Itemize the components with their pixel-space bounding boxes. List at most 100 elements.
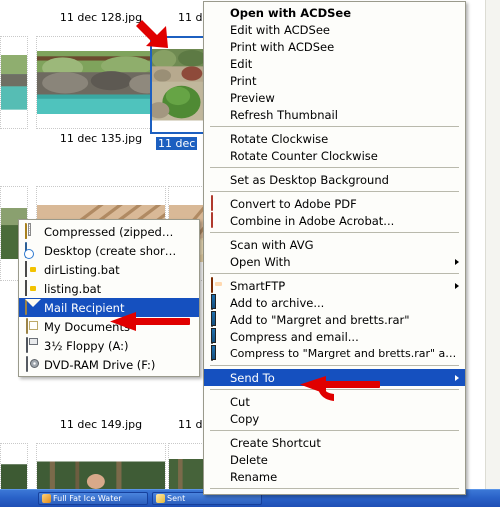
screen: 11 dec 128.jpg 11 dec 11 dec 135.jpg 11 … <box>0 0 500 507</box>
submenu-item-label: My Documents <box>44 319 130 334</box>
thumbnail-item[interactable]: 11 dec 135.jpg <box>36 36 166 145</box>
thumbnail-image <box>1 444 27 489</box>
menu-item-edit[interactable]: Edit <box>204 55 465 72</box>
submenu-item-mail-recipient[interactable]: Mail Recipient <box>19 298 199 317</box>
menu-item-label: Scan with AVG <box>230 237 314 252</box>
menu-separator <box>210 430 459 431</box>
menu-item-label: Cut <box>230 394 250 409</box>
menu-item-create-shortcut[interactable]: Create Shortcut <box>204 434 465 451</box>
menu-item-combine-in-adobe-acrobat[interactable]: Combine in Adobe Acrobat... <box>204 211 465 229</box>
menu-item-print[interactable]: Print <box>204 72 465 89</box>
desktop-shortcut-icon <box>24 241 40 259</box>
menu-separator <box>210 126 459 127</box>
submenu-item-desktop-create-shortcut[interactable]: Desktop (create shortcut) <box>19 241 199 260</box>
menu-separator <box>210 365 459 366</box>
menu-item-preview[interactable]: Preview <box>204 89 465 106</box>
menu-separator <box>210 232 459 233</box>
thumbnail-image <box>37 50 165 115</box>
floppy-drive-icon <box>24 336 40 354</box>
submenu-item-dvd-ram-drive[interactable]: DVD-RAM Drive (F:) <box>19 355 199 374</box>
menu-item-label: Refresh Thumbnail <box>230 107 338 122</box>
menu-item-label: Rotate Counter Clockwise <box>230 148 378 163</box>
adobe-pdf-icon <box>210 211 226 229</box>
file-context-menu[interactable]: Open with ACDSee Edit with ACDSee Print … <box>203 1 466 495</box>
thumbnail-item[interactable] <box>0 36 28 129</box>
submenu-item-compressed-zipped-folder[interactable]: Compressed (zipped) Folder <box>19 222 199 241</box>
thumbnail-item[interactable] <box>36 443 166 490</box>
menu-item-label: Convert to Adobe PDF <box>230 196 357 211</box>
menu-item-label: Set as Desktop Background <box>230 172 389 187</box>
winrar-icon <box>210 327 226 345</box>
menu-item-label: Rename <box>230 469 278 484</box>
folder-icon <box>156 494 165 503</box>
submenu-item-my-documents[interactable]: My Documents <box>19 317 199 336</box>
menu-item-label: Open With <box>230 254 291 269</box>
submenu-item-listing-bat[interactable]: listing.bat <box>19 279 199 298</box>
winrar-icon <box>210 310 226 328</box>
thumbnail-label: 11 dec 128.jpg <box>59 11 143 24</box>
menu-item-label: Print <box>230 73 257 88</box>
menu-item-cut[interactable]: Cut <box>204 393 465 410</box>
menu-item-label: Add to "Margret and bretts.rar" <box>230 312 410 327</box>
menu-item-rotate-counter-clockwise[interactable]: Rotate Counter Clockwise <box>204 147 465 164</box>
taskbar-button[interactable]: Full Fat Ice Water <box>38 492 148 505</box>
menu-item-compress-and-email[interactable]: Compress and email... <box>204 327 465 345</box>
menu-item-label: Add to archive... <box>230 295 325 310</box>
menu-item-add-to-archive[interactable]: Add to archive... <box>204 293 465 311</box>
menu-item-open-with-acdsee[interactable]: Open with ACDSee <box>204 4 465 21</box>
send-to-submenu[interactable]: Compressed (zipped) Folder Desktop (crea… <box>18 219 200 377</box>
thumbnail-label: 11 dec 149.jpg <box>59 418 143 431</box>
submenu-item-label: dirListing.bat <box>44 262 120 277</box>
menu-item-add-to-named-rar[interactable]: Add to "Margret and bretts.rar" <box>204 310 465 328</box>
submenu-item-label: Compressed (zipped) Folder <box>44 224 177 239</box>
menu-item-delete[interactable]: Delete <box>204 451 465 468</box>
submenu-item-label: Mail Recipient <box>44 300 125 315</box>
my-documents-icon <box>24 317 40 335</box>
thumbnail-item[interactable] <box>0 443 28 490</box>
scrollbar-track[interactable] <box>485 0 500 490</box>
menu-item-refresh-thumbnail[interactable]: Refresh Thumbnail <box>204 106 465 123</box>
menu-item-send-to[interactable]: Send To <box>204 369 465 386</box>
menu-item-label: Print with ACDSee <box>230 39 335 54</box>
menu-separator <box>210 191 459 192</box>
menu-item-print-with-acdsee[interactable]: Print with ACDSee <box>204 38 465 55</box>
menu-item-edit-with-acdsee[interactable]: Edit with ACDSee <box>204 21 465 38</box>
chevron-right-icon <box>455 258 459 265</box>
adobe-pdf-icon <box>210 194 226 212</box>
thumbnail-label: 11 dec 135.jpg <box>59 132 143 145</box>
menu-item-rotate-clockwise[interactable]: Rotate Clockwise <box>204 130 465 147</box>
menu-item-compress-to-named-rar-and-email[interactable]: Compress to "Margret and bretts.rar" and… <box>204 344 465 362</box>
thumbnail-item[interactable]: 11 dec 149.jpg <box>36 415 166 431</box>
menu-item-label: SmartFTP <box>230 278 286 293</box>
menu-item-label: Edit <box>230 56 253 71</box>
submenu-item-label: 3½ Floppy (A:) <box>44 338 129 353</box>
menu-item-open-with[interactable]: Open With <box>204 253 465 270</box>
menu-item-set-as-desktop-background[interactable]: Set as Desktop Background <box>204 171 465 188</box>
thumbnail-item-selected[interactable]: 11 dec <box>150 36 206 154</box>
thumbnail-label: 11 dec <box>156 137 198 150</box>
submenu-item-dirlisting-bat[interactable]: dirListing.bat <box>19 260 199 279</box>
menu-item-label: Compress to "Margret and bretts.rar" and… <box>230 347 459 360</box>
menu-item-label: Preview <box>230 90 275 105</box>
winrar-icon <box>210 344 226 362</box>
menu-item-label: Copy <box>230 411 260 426</box>
menu-item-scan-with-avg[interactable]: Scan with AVG <box>204 236 465 253</box>
menu-item-label: Combine in Adobe Acrobat... <box>230 213 395 228</box>
submenu-item-floppy-drive[interactable]: 3½ Floppy (A:) <box>19 336 199 355</box>
taskbar-button-label: Full Fat Ice Water <box>53 494 122 503</box>
menu-item-label: Send To <box>230 370 275 385</box>
batch-file-icon <box>24 279 40 297</box>
thumbnail-image <box>37 444 165 489</box>
chevron-right-icon <box>455 374 459 381</box>
menu-item-convert-to-adobe-pdf[interactable]: Convert to Adobe PDF <box>204 194 465 212</box>
winrar-icon <box>210 293 226 311</box>
taskbar-button-label: Sent <box>167 494 186 503</box>
menu-item-rename[interactable]: Rename <box>204 468 465 485</box>
menu-item-label: Rotate Clockwise <box>230 131 329 146</box>
menu-item-copy[interactable]: Copy <box>204 410 465 427</box>
menu-item-label: Edit with ACDSee <box>230 22 330 37</box>
thumbnail-item[interactable]: 11 dec 128.jpg <box>36 8 166 24</box>
submenu-item-label: listing.bat <box>44 281 102 296</box>
internet-explorer-icon <box>42 494 51 503</box>
menu-item-smartftp[interactable]: SmartFTP <box>204 276 465 294</box>
